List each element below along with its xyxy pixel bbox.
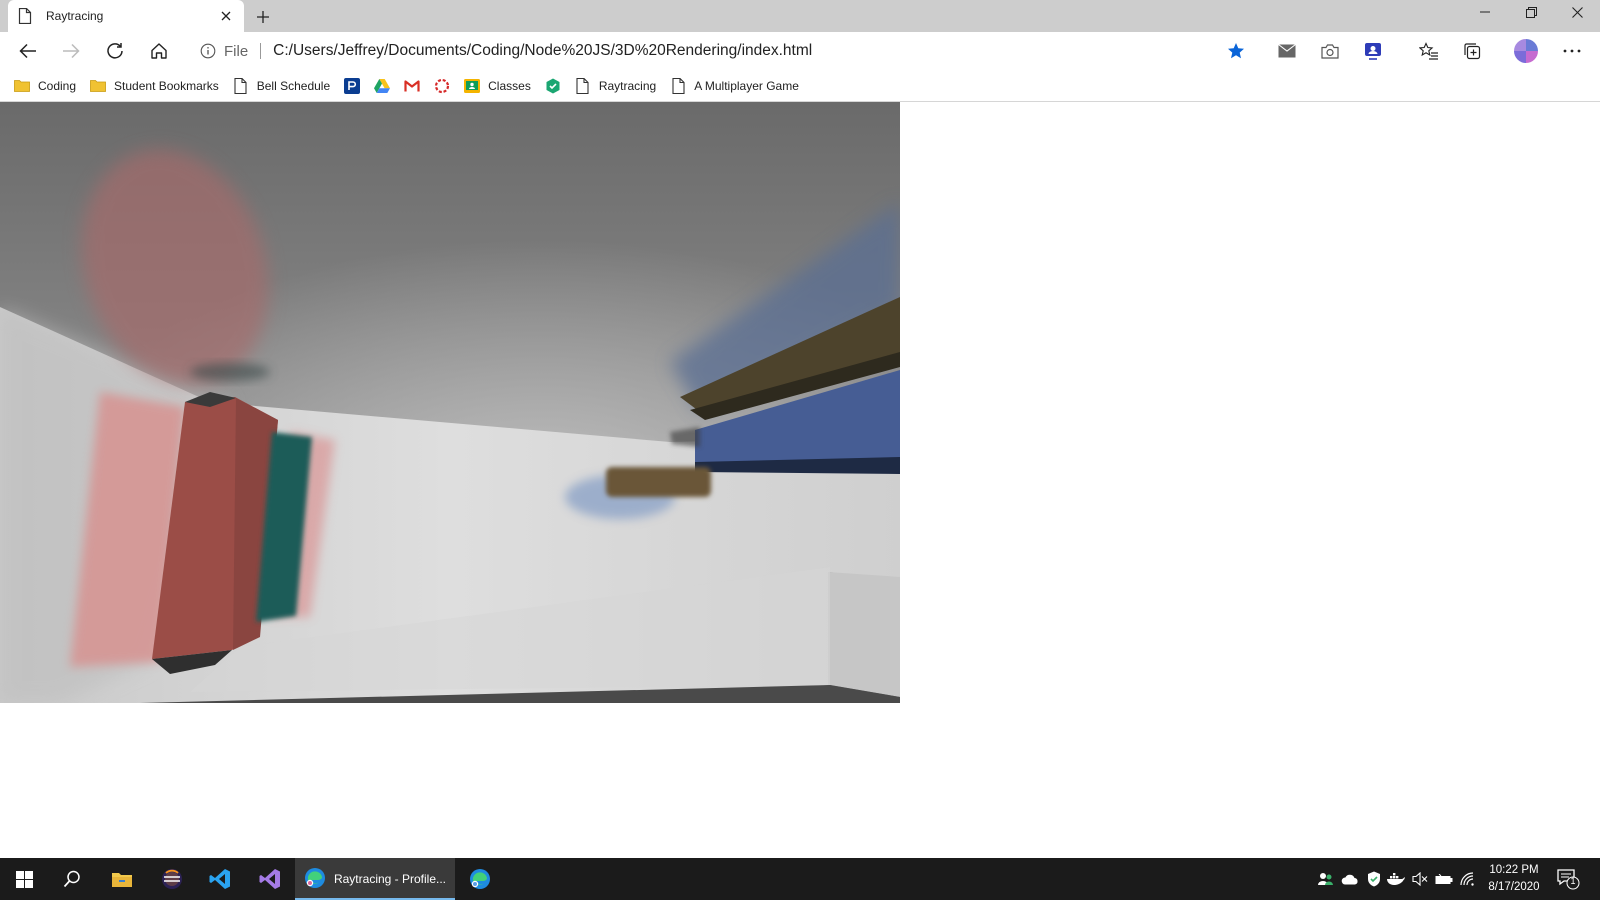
tab-raytracing[interactable]: Raytracing	[8, 0, 244, 32]
bookmark-label: Classes	[488, 78, 531, 93]
notification-count: 1	[1570, 876, 1576, 886]
wifi-icon[interactable]	[1458, 869, 1478, 889]
close-window-button[interactable]	[1554, 0, 1600, 24]
google-drive-icon	[374, 78, 391, 94]
green-shield-icon	[545, 78, 561, 94]
page-icon	[575, 77, 591, 94]
search-icon[interactable]	[48, 858, 96, 900]
camera-icon[interactable]	[1315, 36, 1345, 66]
page-icon	[18, 7, 32, 25]
start-button[interactable]	[0, 858, 48, 900]
screen-share-icon[interactable]	[1358, 36, 1388, 66]
people-icon[interactable]	[1316, 869, 1336, 889]
bookmark-pearson[interactable]	[338, 73, 366, 99]
bookmark-label: Raytracing	[598, 78, 657, 93]
shield-tray-icon[interactable]	[1364, 869, 1384, 889]
bookmark-google-drive[interactable]	[368, 73, 396, 99]
profile-avatar[interactable]	[1514, 39, 1538, 63]
collections-icon[interactable]	[1457, 36, 1487, 66]
back-button[interactable]	[13, 36, 43, 66]
favorite-star-icon[interactable]	[1226, 41, 1246, 61]
raytracing-canvas[interactable]	[0, 102, 900, 703]
minimize-button[interactable]	[1462, 0, 1508, 24]
mail-icon[interactable]	[1272, 36, 1302, 66]
battery-icon[interactable]	[1434, 869, 1454, 889]
tab-strip: Raytracing	[0, 0, 1600, 32]
bookmark-raytracing[interactable]: Raytracing	[569, 73, 662, 99]
bookmark-multiplayer-game[interactable]: A Multiplayer Game	[664, 73, 805, 99]
bookmark-label: Coding	[38, 78, 77, 93]
bookmark-label: Bell Schedule	[256, 78, 331, 93]
page-content	[0, 102, 1600, 858]
clock-date: 8/17/2020	[1488, 881, 1540, 893]
file-explorer-icon[interactable]	[98, 858, 146, 900]
rendered-scene	[0, 102, 900, 703]
onedrive-icon[interactable]	[1340, 869, 1360, 889]
folder-icon	[14, 78, 30, 94]
clock-time: 10:22 PM	[1489, 864, 1539, 876]
address-divider	[260, 43, 262, 59]
restore-button[interactable]	[1508, 0, 1554, 24]
new-tab-button[interactable]	[252, 6, 274, 28]
favorites-icon[interactable]	[1414, 36, 1444, 66]
more-options-icon[interactable]	[1557, 36, 1587, 66]
bookmark-bell-schedule[interactable]: Bell Schedule	[227, 73, 336, 99]
tab-title: Raytracing	[46, 9, 104, 23]
page-icon	[670, 77, 686, 94]
eclipse-icon[interactable]	[148, 858, 196, 900]
edge-icon[interactable]	[456, 858, 504, 900]
home-button[interactable]	[144, 36, 174, 66]
browser-toolbar: File C:/Users/Jeffrey/Documents/Coding/N…	[0, 32, 1600, 70]
page-icon	[233, 77, 249, 94]
refresh-button[interactable]	[100, 36, 130, 66]
forward-button[interactable]	[56, 36, 86, 66]
info-icon[interactable]	[200, 43, 216, 59]
classroom-icon	[464, 78, 481, 94]
red-ring-icon	[434, 78, 450, 94]
bookmarks-bar: Coding Student Bookmarks Bell Schedule C…	[0, 70, 1600, 102]
speaker-muted-icon[interactable]	[1410, 869, 1430, 889]
close-tab-icon[interactable]	[218, 8, 234, 24]
bookmark-coding[interactable]: Coding	[8, 73, 82, 99]
windows-taskbar: Raytracing - Profile... 10:22 PM 8/17/20…	[0, 858, 1600, 900]
system-clock[interactable]: 10:22 PM 8/17/2020	[1476, 862, 1552, 896]
url-text[interactable]: C:/Users/Jeffrey/Documents/Coding/Node%2…	[273, 42, 1226, 60]
scheme-label: File	[224, 42, 249, 60]
bookmark-student-bookmarks[interactable]: Student Bookmarks	[84, 73, 225, 99]
bookmark-label: A Multiplayer Game	[694, 78, 799, 93]
taskbar-window-label: Raytracing - Profile...	[333, 872, 447, 886]
folder-icon	[90, 78, 106, 94]
pearson-icon	[344, 77, 361, 94]
bookmark-green-shield[interactable]	[539, 73, 567, 99]
gmail-icon	[404, 78, 420, 94]
notification-center-icon[interactable]: 1	[1556, 868, 1580, 890]
docker-icon[interactable]	[1386, 869, 1406, 889]
bookmark-red-ring[interactable]	[428, 73, 456, 99]
bookmark-label: Student Bookmarks	[114, 78, 219, 93]
bookmark-classes[interactable]: Classes	[458, 73, 537, 99]
bookmark-gmail[interactable]	[398, 73, 426, 99]
visual-studio-icon[interactable]	[246, 858, 294, 900]
taskbar-edge-window[interactable]: Raytracing - Profile...	[295, 858, 455, 900]
vscode-icon[interactable]	[196, 858, 244, 900]
edge-icon	[304, 867, 326, 892]
address-bar[interactable]: File C:/Users/Jeffrey/Documents/Coding/N…	[188, 35, 1264, 67]
